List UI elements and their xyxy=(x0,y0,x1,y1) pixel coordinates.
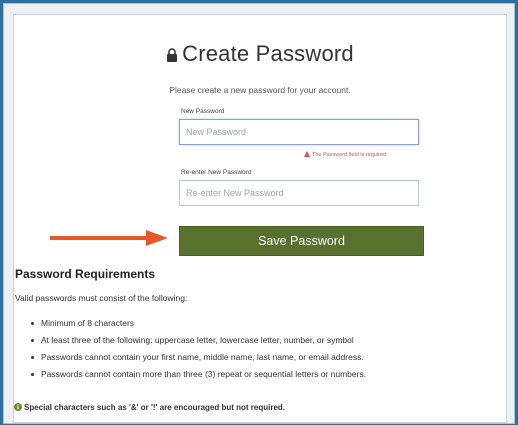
list-item: Passwords cannot contain your first name… xyxy=(14,349,366,366)
list-item-text: At least three of the following: upperca… xyxy=(41,335,354,345)
new-password-label: New Password xyxy=(181,108,225,115)
info-icon xyxy=(14,403,22,411)
page-title-text: Create Password xyxy=(182,41,354,66)
reenter-password-input[interactable] xyxy=(179,180,419,206)
requirements-title: Password Requirements xyxy=(15,267,156,281)
list-item-text: Minimum of 8 characters xyxy=(41,318,135,328)
list-item: Minimum of 8 characters xyxy=(14,315,366,332)
new-password-error-text: The Password field is required xyxy=(312,152,386,158)
new-password-error: The Password field is required xyxy=(304,151,386,158)
bullet-icon xyxy=(31,373,34,376)
list-item-text: Passwords cannot contain your first name… xyxy=(41,352,364,362)
bullet-icon xyxy=(31,356,34,359)
save-password-button[interactable]: Save Password xyxy=(179,226,424,256)
list-item-text: Passwords cannot contain more than three… xyxy=(41,369,367,379)
special-characters-note-text: Special characters such as '&' or '!' ar… xyxy=(24,403,286,412)
requirements-intro: Valid passwords must consist of the foll… xyxy=(15,293,188,303)
lock-icon xyxy=(167,48,178,62)
arrow-right-icon xyxy=(50,230,168,246)
page-title: Create Password xyxy=(14,41,506,67)
warning-icon xyxy=(304,151,310,157)
create-password-panel: Create Password Please create a new pass… xyxy=(13,14,507,423)
bullet-icon xyxy=(31,339,34,342)
bullet-icon xyxy=(31,322,34,325)
list-item: Passwords cannot contain more than three… xyxy=(14,366,366,383)
special-characters-note: Special characters such as '&' or '!' ar… xyxy=(14,403,285,412)
requirements-list: Minimum of 8 characters At least three o… xyxy=(14,315,366,383)
new-password-input[interactable] xyxy=(179,119,419,145)
list-item: At least three of the following: upperca… xyxy=(14,332,366,349)
reenter-password-label: Re-enter New Password xyxy=(181,169,252,176)
screenshot-frame: Create Password Please create a new pass… xyxy=(3,3,515,424)
page-subtitle: Please create a new password for your ac… xyxy=(169,85,351,95)
